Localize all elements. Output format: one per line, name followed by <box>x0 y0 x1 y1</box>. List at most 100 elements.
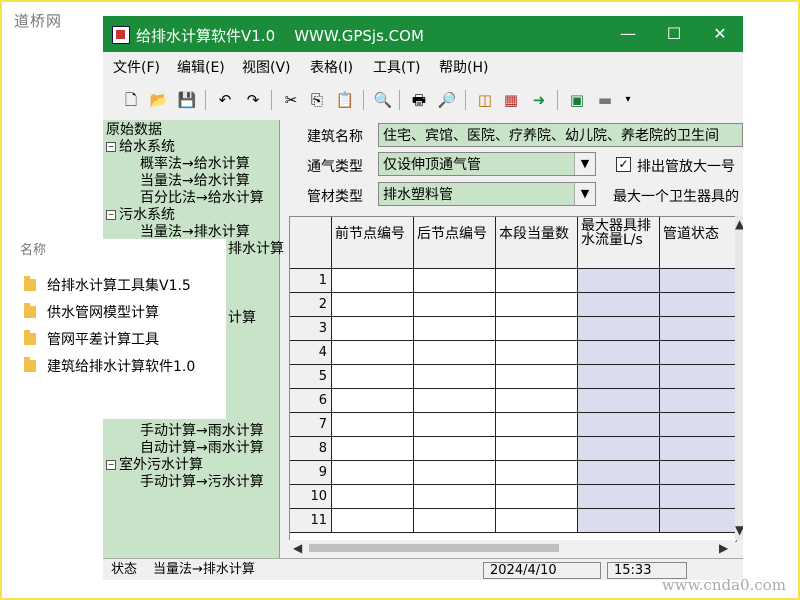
tree-item-auto-rain[interactable]: 自动计算→雨水计算 <box>140 440 264 456</box>
tree-root[interactable]: 原始数据 <box>106 122 162 138</box>
row-header[interactable]: 6 <box>290 389 332 413</box>
grid-cell[interactable] <box>332 461 414 485</box>
row-header[interactable]: 7 <box>290 413 332 437</box>
tree-item-percentage-supply[interactable]: 百分比法→给水计算 <box>140 190 264 206</box>
arrow-right-icon[interactable]: ➜ <box>529 90 549 110</box>
menu-file[interactable]: 文件(F) <box>113 57 160 77</box>
copy-icon[interactable]: ⎘ <box>307 90 327 110</box>
grid-cell[interactable] <box>578 437 660 461</box>
grid-cell[interactable] <box>496 293 578 317</box>
grid-cell[interactable] <box>414 437 496 461</box>
grid-cell[interactable] <box>414 485 496 509</box>
grid-cell[interactable] <box>578 365 660 389</box>
grid-icon[interactable]: ▦ <box>501 90 521 110</box>
grid-cell[interactable] <box>660 389 736 413</box>
row-header[interactable]: 8 <box>290 437 332 461</box>
column-header[interactable]: 本段当量数 <box>496 217 578 269</box>
file-list-item[interactable]: 建筑给排水计算软件1.0 <box>24 356 195 376</box>
tree-item-probability-supply[interactable]: 概率法→给水计算 <box>140 156 250 172</box>
close-button[interactable]: ✕ <box>697 16 743 52</box>
file-list-item[interactable]: 供水管网模型计算 <box>24 302 159 322</box>
grid-cell[interactable] <box>414 509 496 533</box>
grid-cell[interactable] <box>332 485 414 509</box>
chevron-down-icon[interactable]: ▼ <box>574 183 595 205</box>
grid-cell[interactable] <box>332 365 414 389</box>
tree-expander-icon[interactable]: − <box>106 460 116 470</box>
scroll-down-icon[interactable]: ▼ <box>735 524 743 536</box>
row-header[interactable]: 2 <box>290 293 332 317</box>
enlarge-outlet-checkbox[interactable]: ✓ <box>616 157 631 172</box>
grid-cell[interactable] <box>496 389 578 413</box>
grid-cell[interactable] <box>414 389 496 413</box>
tree-item-equivalent-supply[interactable]: 当量法→给水计算 <box>140 173 250 189</box>
tag-icon[interactable]: ◫ <box>475 90 495 110</box>
tree-item-partial-calc[interactable]: 计算 <box>228 310 256 326</box>
grid-cell[interactable] <box>660 317 736 341</box>
grid-cell[interactable] <box>414 413 496 437</box>
grid-cell[interactable] <box>414 461 496 485</box>
tree-item-manual-rain[interactable]: 手动计算→雨水计算 <box>140 423 264 439</box>
horizontal-scrollbar[interactable]: ◀ ▶ <box>289 540 735 556</box>
grid-cell[interactable] <box>660 437 736 461</box>
title-bar[interactable]: 给排水计算软件V1.0 WWW.GPSjs.COM — ☐ ✕ <box>103 16 743 52</box>
row-header[interactable]: 10 <box>290 485 332 509</box>
tree-item-outdoor-sewage[interactable]: − 室外污水计算 <box>106 457 203 473</box>
grid-cell[interactable] <box>496 461 578 485</box>
menu-view[interactable]: 视图(V) <box>242 57 291 77</box>
tree-item-equivalent-drainage[interactable]: 当量法→排水计算 <box>140 224 250 240</box>
grid-cell[interactable] <box>578 413 660 437</box>
row-header[interactable]: 1 <box>290 269 332 293</box>
tree-expander-icon[interactable]: − <box>106 210 116 220</box>
grid-cell[interactable] <box>496 485 578 509</box>
grid-cell[interactable] <box>332 341 414 365</box>
grid-cell[interactable] <box>496 365 578 389</box>
menu-table[interactable]: 表格(I) <box>310 57 353 77</box>
grid-cell[interactable] <box>660 509 736 533</box>
grid-cell[interactable] <box>332 269 414 293</box>
minimize-button[interactable]: — <box>605 16 651 52</box>
file-list-item[interactable]: 给排水计算工具集V1.5 <box>24 275 191 295</box>
row-header[interactable]: 9 <box>290 461 332 485</box>
grid-cell[interactable] <box>332 509 414 533</box>
grid-cell[interactable] <box>578 317 660 341</box>
grid-cell[interactable] <box>578 389 660 413</box>
row-header[interactable]: 4 <box>290 341 332 365</box>
row-header[interactable]: 5 <box>290 365 332 389</box>
grid-cell[interactable] <box>578 461 660 485</box>
grid-cell[interactable] <box>332 293 414 317</box>
scroll-left-icon[interactable]: ◀ <box>293 542 302 554</box>
grid-cell[interactable] <box>578 293 660 317</box>
scroll-up-icon[interactable]: ▲ <box>735 218 743 230</box>
grid-cell[interactable] <box>578 341 660 365</box>
grid-cell[interactable] <box>660 413 736 437</box>
vertical-scrollbar[interactable]: ▲ ▼ <box>735 216 743 540</box>
pipe-material-select[interactable]: 排水塑料管 ▼ <box>378 182 596 206</box>
grid-cell[interactable] <box>414 317 496 341</box>
cut-icon[interactable]: ✂ <box>281 90 301 110</box>
column-header[interactable]: 前节点编号 <box>332 217 414 269</box>
print-icon[interactable]: 🖶 <box>409 90 429 110</box>
scroll-right-icon[interactable]: ▶ <box>719 542 728 554</box>
chevron-down-icon[interactable]: ▼ <box>574 153 595 175</box>
horizontal-scroll-thumb[interactable] <box>309 544 559 552</box>
save-icon[interactable]: 💾 <box>177 90 197 110</box>
grid-cell[interactable] <box>496 413 578 437</box>
grid-cell[interactable] <box>332 389 414 413</box>
chevron-down-icon[interactable]: ▾ <box>618 90 638 110</box>
menu-tools[interactable]: 工具(T) <box>373 57 420 77</box>
maximize-button[interactable]: ☐ <box>651 16 697 52</box>
find-icon[interactable]: 🔍 <box>373 90 393 110</box>
tree-item-partial-drainage[interactable]: 排水计算 <box>228 241 284 257</box>
grid-cell[interactable] <box>332 317 414 341</box>
row-header[interactable]: 3 <box>290 317 332 341</box>
grid-cell[interactable] <box>496 341 578 365</box>
tree-item-manual-sewage[interactable]: 手动计算→污水计算 <box>140 474 264 490</box>
grid-cell[interactable] <box>332 413 414 437</box>
grid-cell[interactable] <box>578 509 660 533</box>
grid-cell[interactable] <box>660 269 736 293</box>
column-header[interactable]: 后节点编号 <box>414 217 496 269</box>
menu-help[interactable]: 帮助(H) <box>439 57 488 77</box>
column-header[interactable]: 最大器具排水流量L/s <box>578 217 660 269</box>
grid-cell[interactable] <box>496 269 578 293</box>
grid-cell[interactable] <box>660 365 736 389</box>
